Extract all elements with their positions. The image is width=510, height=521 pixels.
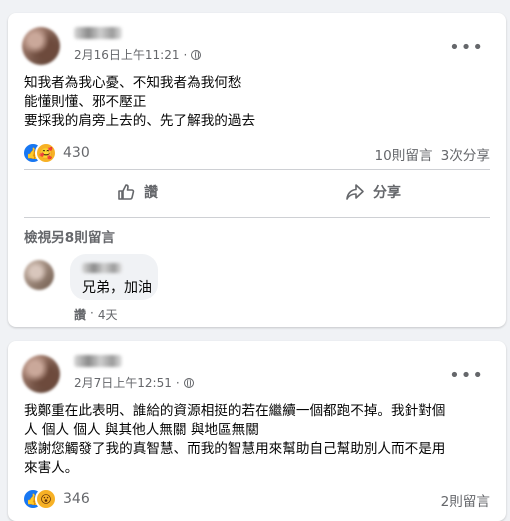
like-button-label: 讚 xyxy=(144,185,158,201)
thumbs-up-icon xyxy=(118,184,135,200)
post-stats: 10則留言 3次分享 xyxy=(374,144,490,164)
comment-like-link[interactable]: 讚 xyxy=(74,306,86,323)
post-text-line: 知我者為我心憂、不知我者為我何愁 xyxy=(24,75,242,91)
share-button[interactable]: 分享 xyxy=(345,182,401,202)
wow-reaction-icon: 😮 xyxy=(35,488,57,510)
author-avatar[interactable] xyxy=(22,27,60,65)
shares-count[interactable]: 3次分享 xyxy=(441,144,490,164)
divider xyxy=(24,217,490,218)
more-options-icon[interactable]: ••• xyxy=(449,367,484,385)
share-arrow-icon xyxy=(346,184,364,200)
post-card: 2月7日上午12:51 · ••• 我鄭重在此表明、誰給的資源相挺的若在繼續一個… xyxy=(8,341,506,521)
author-avatar[interactable] xyxy=(22,355,60,393)
author-name-blurred[interactable] xyxy=(74,355,122,367)
post-card: 2月16日上午11:21 · ••• 知我者為我心憂、不知我者為我何愁 能懂則懂… xyxy=(8,13,506,327)
reaction-count: 346 xyxy=(63,491,90,507)
post-meta: 2月16日上午11:21 · xyxy=(74,46,202,63)
divider xyxy=(24,169,490,170)
comments-count[interactable]: 10則留言 xyxy=(374,144,432,164)
commenter-name-blurred[interactable] xyxy=(82,263,122,273)
post-text-line: 能懂則懂、邪不壓正 xyxy=(24,94,147,110)
post-text-line: 感謝您觸發了我的真智慧、而我的智慧用來幫助自己幫助別人而不是用 xyxy=(24,441,446,457)
post-stats: 2則留言 xyxy=(441,490,490,510)
globe-icon xyxy=(191,49,202,60)
care-reaction-icon: 🥰 xyxy=(35,142,57,164)
commenter-avatar[interactable] xyxy=(24,260,54,290)
post-meta: 2月7日上午12:51 · xyxy=(74,374,194,391)
post-text-line: 我鄭重在此表明、誰給的資源相挺的若在繼續一個都跑不掉。我針對個 xyxy=(24,403,446,419)
like-button[interactable]: 讚 xyxy=(116,182,158,202)
comment-time[interactable]: 4天 xyxy=(98,306,118,323)
more-options-icon[interactable]: ••• xyxy=(449,39,484,57)
comments-count[interactable]: 2則留言 xyxy=(441,490,490,510)
share-button-label: 分享 xyxy=(373,185,401,201)
comment-meta: 讚 · 4天 xyxy=(74,306,118,323)
post-text-line: 來害人。 xyxy=(24,460,79,476)
view-more-comments-link[interactable]: 檢視另8則留言 xyxy=(24,226,115,246)
comment-text: 兄弟，加油 xyxy=(82,280,152,296)
post-text: 知我者為我心憂、不知我者為我何愁 能懂則懂、邪不壓正 要採我的肩旁上去的、先了解… xyxy=(24,74,494,131)
post-timestamp[interactable]: 2月16日上午11:21 xyxy=(74,46,180,63)
reaction-count: 430 xyxy=(63,145,90,161)
post-text-line: 人 個人 個人 與其他人無關 與地區無關 xyxy=(24,422,259,438)
comment-bubble: 兄弟，加油 xyxy=(70,254,158,300)
post-timestamp[interactable]: 2月7日上午12:51 xyxy=(74,374,172,391)
post-text: 我鄭重在此表明、誰給的資源相挺的若在繼續一個都跑不掉。我針對個 人 個人 個人 … xyxy=(24,402,494,478)
post-text-line: 要採我的肩旁上去的、先了解我的過去 xyxy=(24,113,256,129)
globe-icon xyxy=(183,377,194,388)
reactions-summary[interactable]: 👍 😮 346 xyxy=(22,488,90,510)
reactions-summary[interactable]: 👍 🥰 430 xyxy=(22,142,90,164)
author-name-blurred[interactable] xyxy=(74,27,122,39)
